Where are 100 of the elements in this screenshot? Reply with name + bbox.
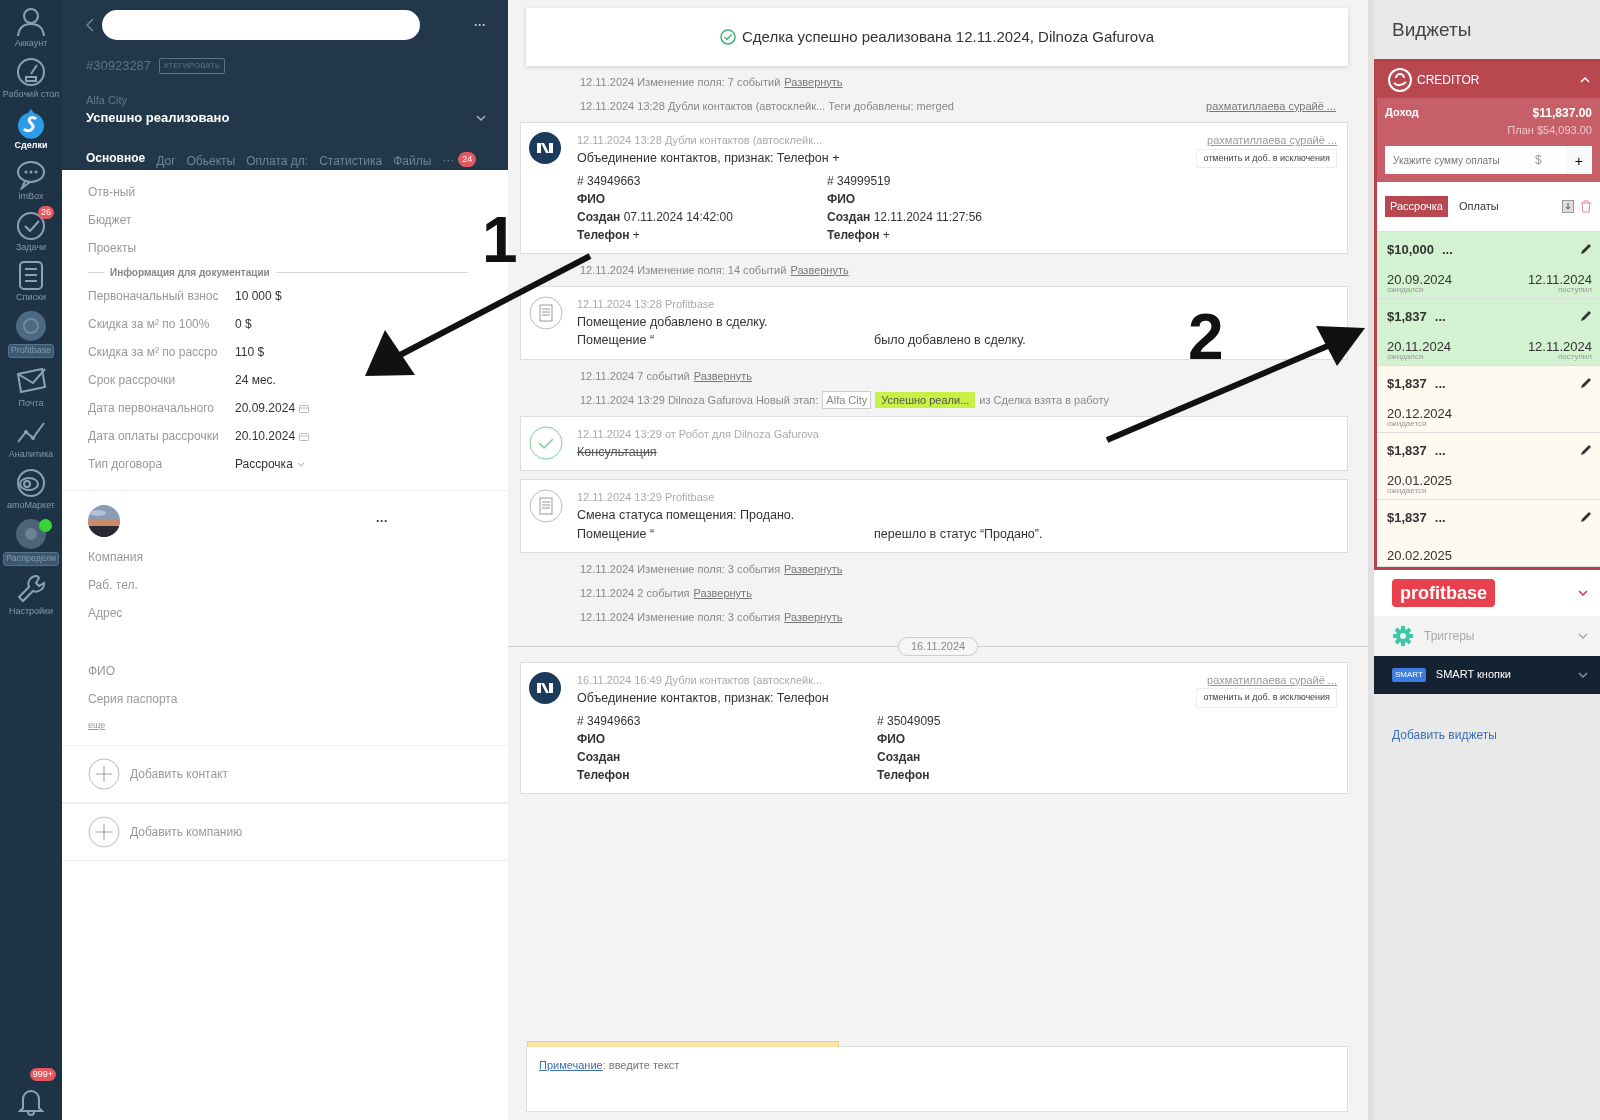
exclude-button[interactable]: отменить и доб. в исключения — [1196, 148, 1337, 168]
expand-link[interactable]: Развернуть — [693, 585, 752, 602]
field-label: Проекты — [88, 240, 138, 257]
due-status: ожидался — [1387, 352, 1425, 361]
plan-amount: План $54,093.00 — [1506, 122, 1592, 138]
chevron-up-icon[interactable] — [1580, 76, 1590, 83]
expand-link[interactable]: Развернуть — [784, 73, 843, 91]
tab[interactable]: Файлы — [393, 151, 432, 177]
plus-circle-icon — [88, 816, 120, 848]
due-status: ожидается — [1387, 419, 1428, 428]
field-value[interactable]: 10 000 $ — [235, 287, 282, 305]
more-menu-icon[interactable]: ... — [1434, 440, 1446, 460]
tab[interactable]: Основное — [86, 148, 146, 177]
due-status: ожидается — [1387, 486, 1428, 495]
export-icon[interactable] — [1562, 199, 1574, 213]
field-label: Создан — [877, 749, 921, 764]
annotation-number: 2 — [1188, 305, 1224, 369]
back-chevron-icon[interactable] — [86, 18, 94, 32]
chevron-down-icon[interactable] — [1578, 671, 1588, 678]
add-button[interactable]: Добавить компанию — [62, 803, 508, 861]
count-badge: 999+ — [29, 1068, 56, 1081]
author-link[interactable]: рахматиллаева сурайё ... — [1207, 671, 1337, 689]
field-label: Адрес — [88, 605, 124, 622]
expand-link[interactable]: Развернуть — [693, 367, 753, 385]
nav-label[interactable]: amoМаркет — [7, 501, 55, 511]
payment-amount: $1,837 — [1387, 441, 1427, 460]
more-menu-icon[interactable]: ... — [1442, 239, 1453, 259]
pencil-icon[interactable] — [1580, 511, 1592, 524]
event-text: 12.11.2024 13:29 Dilnoza Gafurova Новый этап: — [580, 392, 819, 408]
add-button[interactable]: Добавить контакт — [62, 745, 508, 803]
nav-label[interactable]: Profitbase — [7, 344, 55, 359]
tab[interactable]: Оплаты — [1454, 196, 1504, 217]
nav-label[interactable]: Сделки — [14, 140, 48, 151]
event-text: Помещение “ — [577, 332, 655, 350]
expand-link[interactable]: Развернуть — [784, 609, 843, 626]
received-status: поступил — [1557, 285, 1592, 294]
event-text: перешло в статус “Продано”. — [874, 525, 1043, 543]
record-id: # 34999519 — [827, 173, 892, 190]
tab[interactable]: Дог — [156, 151, 176, 177]
person-icon[interactable] — [15, 5, 47, 37]
success-message: Сделка успешно реализована 12.11.2024, Dilnoza Gafurova — [741, 26, 1154, 47]
nav-label[interactable]: Аккаунт — [14, 39, 48, 49]
add-widgets-link[interactable]: Добавить виджеты — [1374, 693, 1600, 744]
field-value[interactable]: Рассрочка — [235, 455, 293, 473]
due-date: 20.11.2024 — [1387, 339, 1452, 353]
stage-name[interactable]: Успешно реализовано — [86, 108, 230, 128]
nav-label[interactable]: Почта — [18, 399, 44, 410]
pencil-icon[interactable] — [1580, 444, 1592, 457]
field-value[interactable]: 20.10.2024 — [235, 427, 296, 445]
tag-button[interactable]: #ТЕГИРОВАТЬ — [159, 57, 226, 74]
gauge-icon[interactable] — [15, 55, 47, 88]
field-value[interactable]: 20.09.2024 — [235, 399, 296, 417]
field-label: Телефон — [877, 767, 930, 782]
expand-link[interactable]: Развернуть — [784, 561, 843, 578]
globe-icon[interactable] — [15, 467, 47, 499]
tab[interactable]: Рассрочка — [1385, 196, 1448, 217]
nav-label[interactable]: Распредели — [2, 551, 60, 566]
avatar-circle-icon[interactable] — [15, 517, 47, 550]
deal-id: #30923287 — [86, 57, 152, 75]
pb-circle-icon[interactable] — [15, 310, 47, 343]
pencil-icon[interactable] — [1580, 310, 1592, 323]
nav-label[interactable]: Списки — [16, 293, 46, 304]
more-menu-icon[interactable]: ... — [1434, 507, 1446, 527]
wrench-icon[interactable] — [15, 572, 47, 605]
field-value[interactable]: 24 мес. — [235, 371, 276, 389]
note-type-link[interactable]: Примечание — [539, 1057, 603, 1074]
pencil-icon[interactable] — [1580, 243, 1592, 256]
author-link[interactable]: рахматиллаева сурайё ... — [1207, 132, 1337, 149]
exclude-button[interactable]: отменить и доб. в исключения — [1196, 688, 1337, 708]
gear-icon — [1392, 624, 1414, 647]
field-value[interactable]: 110 $ — [235, 343, 265, 361]
record-id: # 34949663 — [577, 712, 642, 730]
more-menu-icon[interactable]: ··· — [474, 16, 486, 34]
nav-label[interactable]: imBox — [18, 191, 44, 202]
more-menu-icon[interactable]: ... — [1434, 306, 1446, 326]
received-status: поступил — [1557, 352, 1592, 361]
received-date: 12.11.2024 — [1527, 272, 1592, 286]
nav-label[interactable]: Задачи — [15, 242, 47, 253]
field-value: + — [882, 228, 890, 242]
more-link[interactable]: еще — [88, 720, 106, 730]
nav-label[interactable]: Настройки — [8, 606, 54, 617]
more-menu-icon[interactable]: ··· — [376, 512, 388, 530]
pipeline-name: Alfa City — [86, 92, 128, 108]
tab[interactable]: Статистика — [319, 151, 383, 177]
tab[interactable]: Обьекты — [186, 151, 236, 177]
chevron-down-icon[interactable] — [1578, 589, 1588, 596]
more-tabs[interactable]: ··· — [442, 150, 455, 169]
logo-icon — [529, 132, 561, 164]
pencil-icon[interactable] — [1580, 377, 1592, 390]
nav-label[interactable]: Рабочий стол — [2, 89, 60, 100]
expand-link[interactable]: Развернуть — [790, 261, 849, 279]
section-title: Информация для документации — [110, 265, 270, 280]
tab[interactable]: Оплата дл: — [246, 151, 309, 177]
field-value[interactable]: 0 $ — [235, 315, 252, 333]
add-payment-button[interactable]: + — [1565, 146, 1592, 174]
author-link[interactable]: рахматиллаева сурайё ... — [1206, 97, 1336, 115]
amount-field[interactable]: Укажите сумму оплаты $ + — [1385, 146, 1592, 174]
nav-label[interactable]: Аналитика — [8, 450, 54, 460]
more-menu-icon[interactable]: ... — [1434, 373, 1446, 393]
chevron-down-icon[interactable] — [476, 114, 486, 121]
